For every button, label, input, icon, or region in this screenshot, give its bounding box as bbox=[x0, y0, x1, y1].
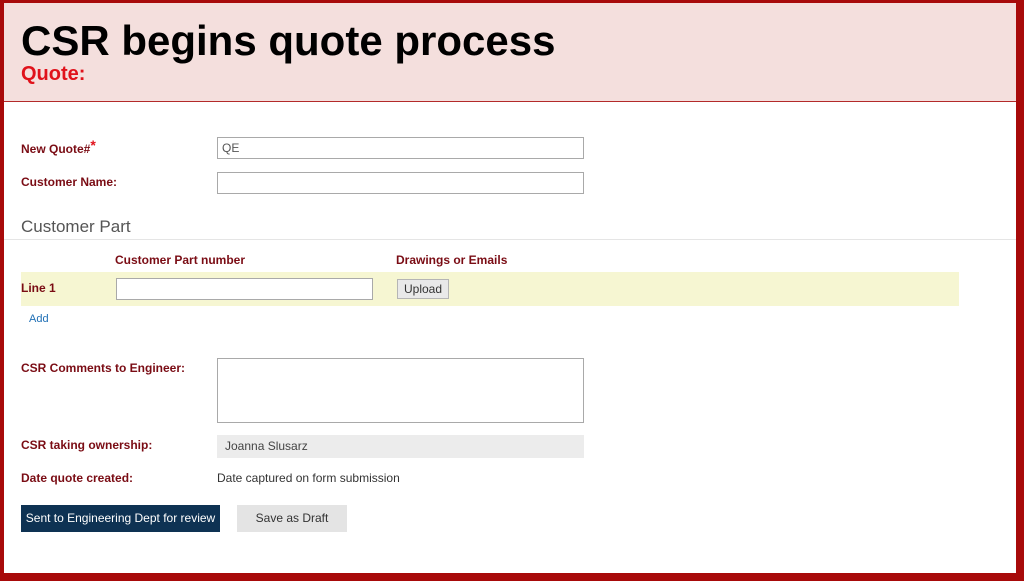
customer-part-section-title: Customer Part bbox=[21, 217, 131, 236]
csr-comments-label: CSR Comments to Engineer: bbox=[21, 361, 186, 375]
customer-name-input[interactable] bbox=[217, 172, 584, 194]
csr-owner-field: Joanna Slusarz bbox=[217, 435, 584, 458]
section-divider bbox=[4, 239, 1016, 240]
column-header-part-number: Customer Part number bbox=[115, 253, 246, 267]
page-header: CSR begins quote process Quote: bbox=[4, 3, 1016, 102]
required-mark: * bbox=[90, 137, 96, 153]
customer-name-label: Customer Name: bbox=[21, 175, 118, 189]
date-created-value: Date captured on form submission bbox=[217, 471, 400, 485]
add-line-link[interactable]: Add bbox=[29, 313, 49, 325]
page-title: CSR begins quote process bbox=[21, 17, 556, 64]
new-quote-input[interactable] bbox=[217, 137, 584, 159]
part-number-input[interactable] bbox=[116, 278, 373, 300]
part-line-row: Line 1 Upload bbox=[21, 272, 959, 306]
csr-owner-label: CSR taking ownership: bbox=[21, 438, 153, 452]
csr-comments-textarea[interactable] bbox=[217, 358, 584, 423]
column-header-drawings: Drawings or Emails bbox=[396, 253, 508, 267]
send-to-engineering-button[interactable]: Sent to Engineering Dept for review bbox=[21, 505, 220, 532]
upload-button[interactable]: Upload bbox=[397, 279, 449, 299]
line-label: Line 1 bbox=[21, 281, 56, 295]
new-quote-label-text: New Quote# bbox=[21, 142, 91, 156]
form-frame: CSR begins quote process Quote: New Quot… bbox=[4, 3, 1016, 573]
page-subtitle: Quote: bbox=[21, 63, 86, 85]
date-created-label: Date quote created: bbox=[21, 471, 134, 485]
save-draft-button[interactable]: Save as Draft bbox=[237, 505, 347, 532]
new-quote-label: New Quote#* bbox=[21, 137, 96, 156]
